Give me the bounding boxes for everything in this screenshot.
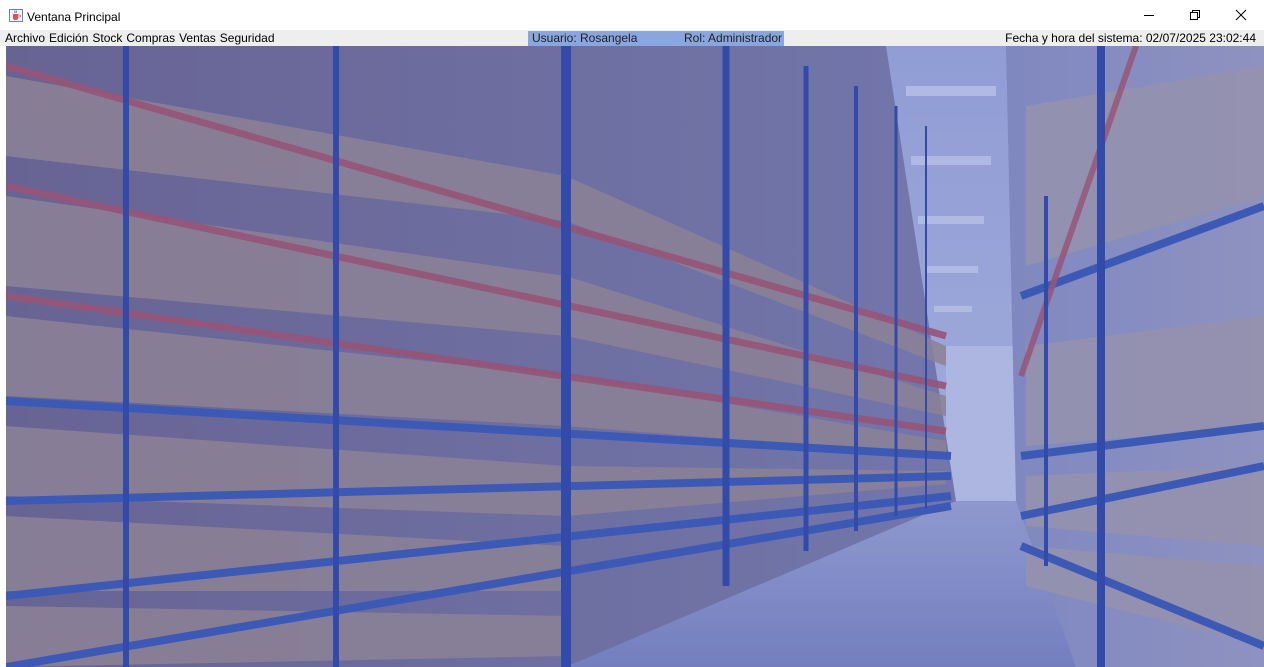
main-menu: Archivo Edición Stock Compras Ventas Seg… [3, 30, 277, 46]
restore-button[interactable] [1172, 0, 1218, 30]
system-datetime: Fecha y hora del sistema: 02/07/2025 23:… [1005, 31, 1256, 45]
window-title: Ventana Principal [27, 10, 121, 24]
menu-archivo[interactable]: Archivo [3, 30, 47, 46]
main-content [6, 46, 1264, 667]
restore-icon [1190, 10, 1200, 20]
warehouse-background-image [6, 46, 1264, 667]
role-label: Rol: Administrador [684, 31, 783, 45]
menu-edicion[interactable]: Edición [47, 30, 90, 46]
java-cup-icon [9, 9, 23, 22]
menu-bar: Archivo Edición Stock Compras Ventas Seg… [0, 30, 1264, 46]
menu-ventas[interactable]: Ventas [177, 30, 218, 46]
user-label: Usuario: Rosangela [532, 31, 638, 45]
user-status-panel: Usuario: Rosangela Rol: Administrador [528, 31, 784, 46]
title-bar: Ventana Principal [0, 0, 1264, 30]
minimize-button[interactable] [1126, 0, 1172, 30]
menu-stock[interactable]: Stock [90, 30, 124, 46]
minimize-icon [1144, 15, 1154, 16]
menu-compras[interactable]: Compras [124, 30, 177, 46]
close-button[interactable] [1218, 0, 1264, 30]
close-icon [1235, 9, 1247, 21]
menu-seguridad[interactable]: Seguridad [218, 30, 277, 46]
